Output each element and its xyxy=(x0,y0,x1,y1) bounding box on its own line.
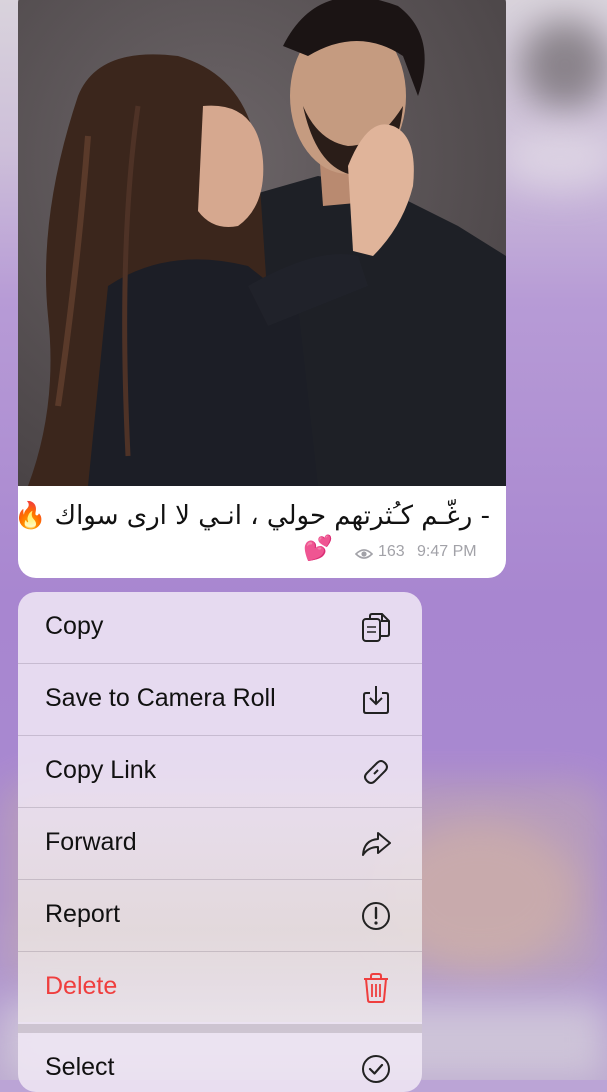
eye-icon xyxy=(355,549,373,559)
menu-item-label: Report xyxy=(45,900,121,928)
menu-item-label: Forward xyxy=(45,828,137,856)
menu-item-label: Select xyxy=(45,1053,115,1081)
menu-section-gap xyxy=(18,1024,422,1033)
menu-item-select[interactable]: Select xyxy=(18,1033,422,1092)
context-menu: Copy Save to Camera Roll Copy Link Forwa… xyxy=(18,592,422,1092)
couple-photo-illustration xyxy=(18,0,506,486)
menu-item-label: Delete xyxy=(45,972,118,1000)
background-avatar-blur xyxy=(520,20,607,110)
menu-item-forward[interactable]: Forward xyxy=(18,808,422,880)
trash-icon xyxy=(364,973,388,1003)
menu-item-label: Copy xyxy=(45,612,104,640)
checkmark-icon xyxy=(362,1055,390,1083)
menu-item-copy-link[interactable]: Copy Link xyxy=(18,736,422,808)
menu-item-save-to-camera-roll[interactable]: Save to Camera Roll xyxy=(18,664,422,736)
message-caption: - رغّـم كـُثرتهم حولي ، انـي لا ارى سواك… xyxy=(18,501,490,531)
menu-item-report[interactable]: Report xyxy=(18,880,422,952)
menu-item-label: Save to Camera Roll xyxy=(45,684,276,712)
menu-item-copy[interactable]: Copy xyxy=(18,592,422,664)
message-bubble[interactable]: - رغّـم كـُثرتهم حولي ، انـي لا ارى سواك… xyxy=(18,0,506,578)
message-time: 9:47 PM xyxy=(417,543,477,560)
menu-item-delete[interactable]: Delete xyxy=(18,952,422,1024)
reaction-emoji: 💕 xyxy=(303,535,333,562)
link-icon xyxy=(364,760,388,784)
report-icon xyxy=(362,902,390,930)
background-bubble-blur xyxy=(500,130,607,190)
copy-icon xyxy=(362,613,390,642)
forward-icon xyxy=(362,832,391,856)
save-icon xyxy=(363,686,389,714)
view-count: 163 xyxy=(378,543,405,560)
message-meta: 💕 163 9:47 PM xyxy=(18,534,506,574)
message-photo[interactable] xyxy=(18,0,506,486)
menu-item-label: Copy Link xyxy=(45,756,157,784)
